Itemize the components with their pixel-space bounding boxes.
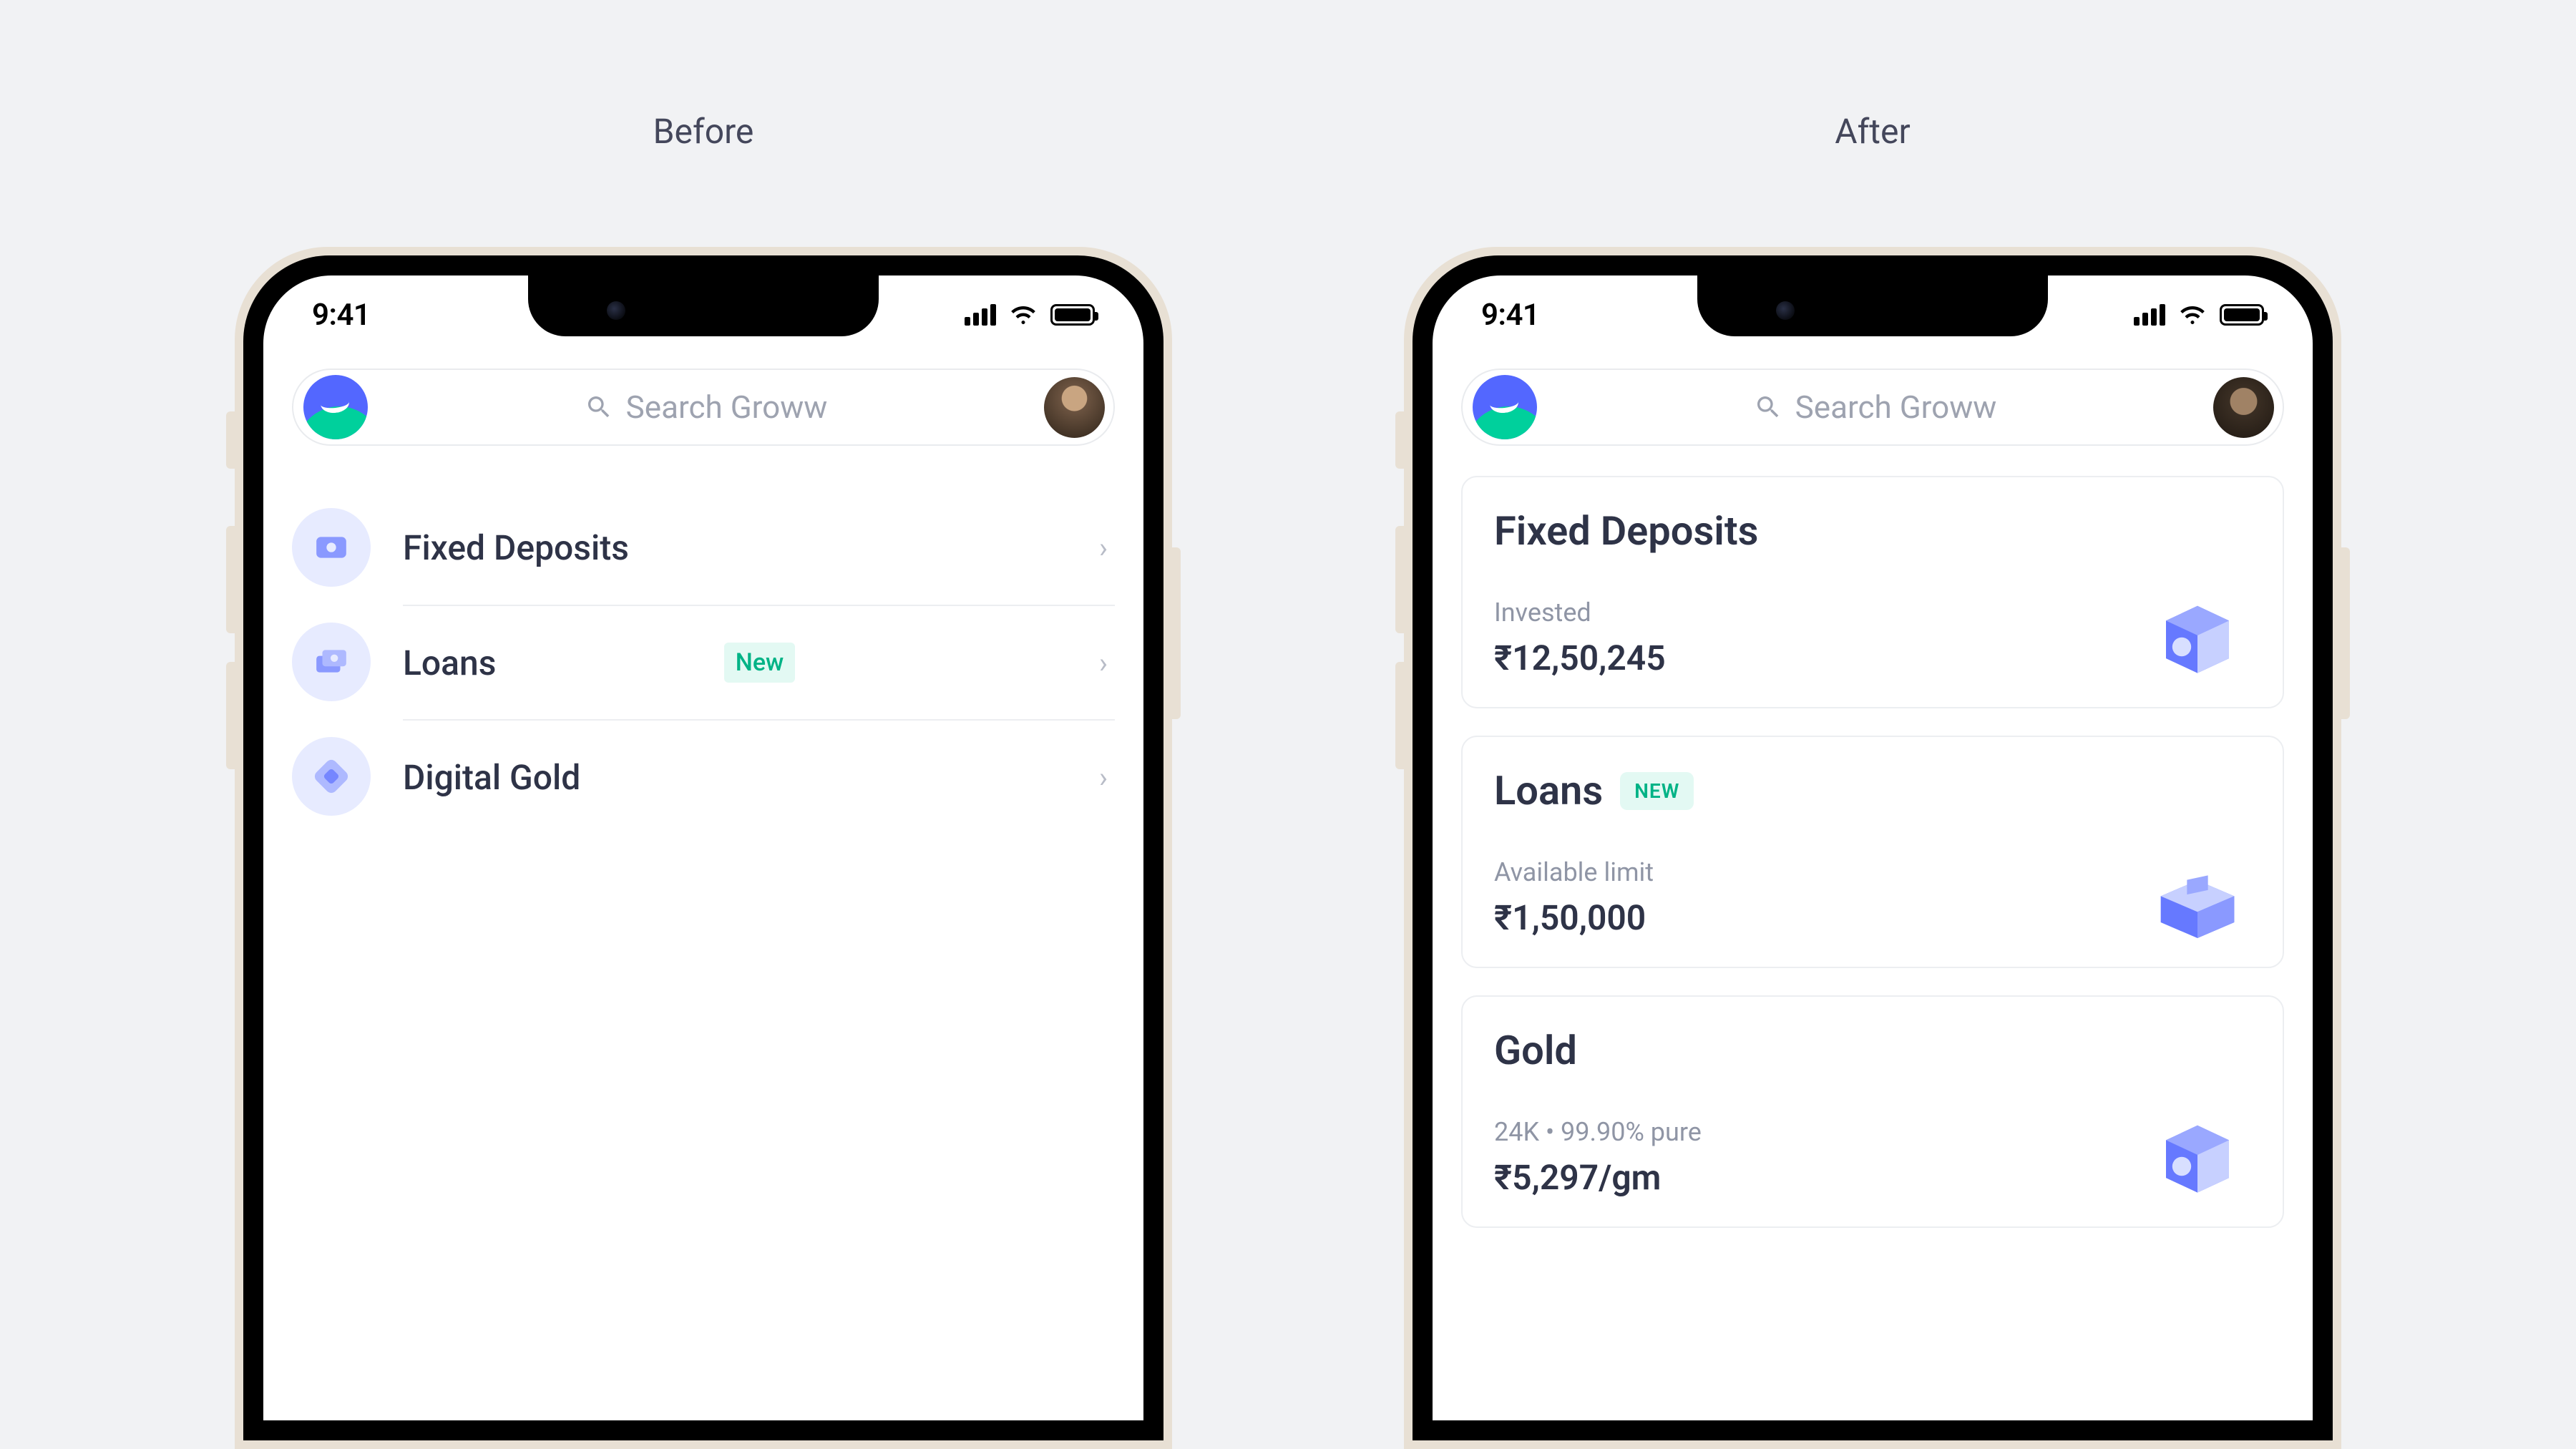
avatar[interactable] [2213,377,2274,438]
status-time: 9:41 [1481,298,1539,333]
chevron-right-icon: › [1099,761,1108,794]
safe-illustration-icon [2144,600,2251,678]
app-logo-icon [1473,375,1537,439]
search-bar[interactable]: Search Groww [1461,369,2284,446]
list-item-fixed-deposits[interactable]: Fixed Deposits › [292,490,1115,605]
search-placeholder-text: Search Groww [626,389,828,426]
phone-after: 9:41 Search Groww [1404,247,2341,1449]
status-time: 9:41 [312,298,370,333]
card-loans[interactable]: Loans NEW Available limit ₹1,50,000 [1461,736,2284,968]
chevron-right-icon: › [1099,646,1108,680]
search-input[interactable]: Search Groww [1551,389,2199,426]
new-badge: NEW [1620,772,1694,810]
list-item-label: Loans [403,643,707,683]
battery-icon [1050,304,1095,326]
search-input[interactable]: Search Groww [382,389,1030,426]
product-list: Fixed Deposits › Loans New › [292,490,1115,834]
box-illustration-icon [2144,859,2251,938]
list-item-loans[interactable]: Loans New › [292,605,1115,719]
card-value: ₹5,297/gm [1494,1157,2251,1198]
product-cards: Fixed Deposits Invested ₹12,50,245 [1461,476,2284,1228]
signal-icon [965,304,996,326]
safe-illustration-icon [2144,1119,2251,1198]
card-sublabel: 24K • 99.90% pure [1494,1117,2251,1147]
card-value: ₹12,50,245 [1494,638,2251,678]
wifi-icon [1009,303,1038,327]
loans-icon [292,623,371,701]
signal-icon [2134,304,2165,326]
gold-icon [292,737,371,816]
card-sublabel: Available limit [1494,857,2251,887]
list-item-label: Fixed Deposits [403,527,1099,568]
card-gold[interactable]: Gold 24K • 99.90% pure ₹5,297/gm [1461,995,2284,1228]
avatar[interactable] [1044,377,1105,438]
chevron-right-icon: › [1099,531,1108,565]
wifi-icon [2178,303,2207,327]
search-placeholder-text: Search Groww [1795,389,1997,426]
app-logo-icon [303,375,368,439]
card-value: ₹1,50,000 [1494,897,2251,938]
search-bar[interactable]: Search Groww [292,369,1115,446]
label-after: After [1835,111,1910,152]
card-sublabel: Invested [1494,597,2251,628]
list-item-digital-gold[interactable]: Digital Gold › [292,719,1115,834]
deposit-icon [292,508,371,587]
label-before: Before [653,111,754,152]
new-badge: New [724,643,796,683]
notch [528,275,879,336]
card-fixed-deposits[interactable]: Fixed Deposits Invested ₹12,50,245 [1461,476,2284,708]
search-icon [585,393,613,421]
search-icon [1754,393,1782,421]
notch [1697,275,2048,336]
list-item-label: Digital Gold [403,757,1099,798]
card-title: Loans [1494,767,1603,814]
phone-before: 9:41 Search Groww [235,247,1172,1449]
card-title: Fixed Deposits [1494,507,1758,555]
comparison-canvas: Before After 9:41 [0,0,2576,1449]
battery-icon [2220,304,2264,326]
card-title: Gold [1494,1027,1577,1074]
